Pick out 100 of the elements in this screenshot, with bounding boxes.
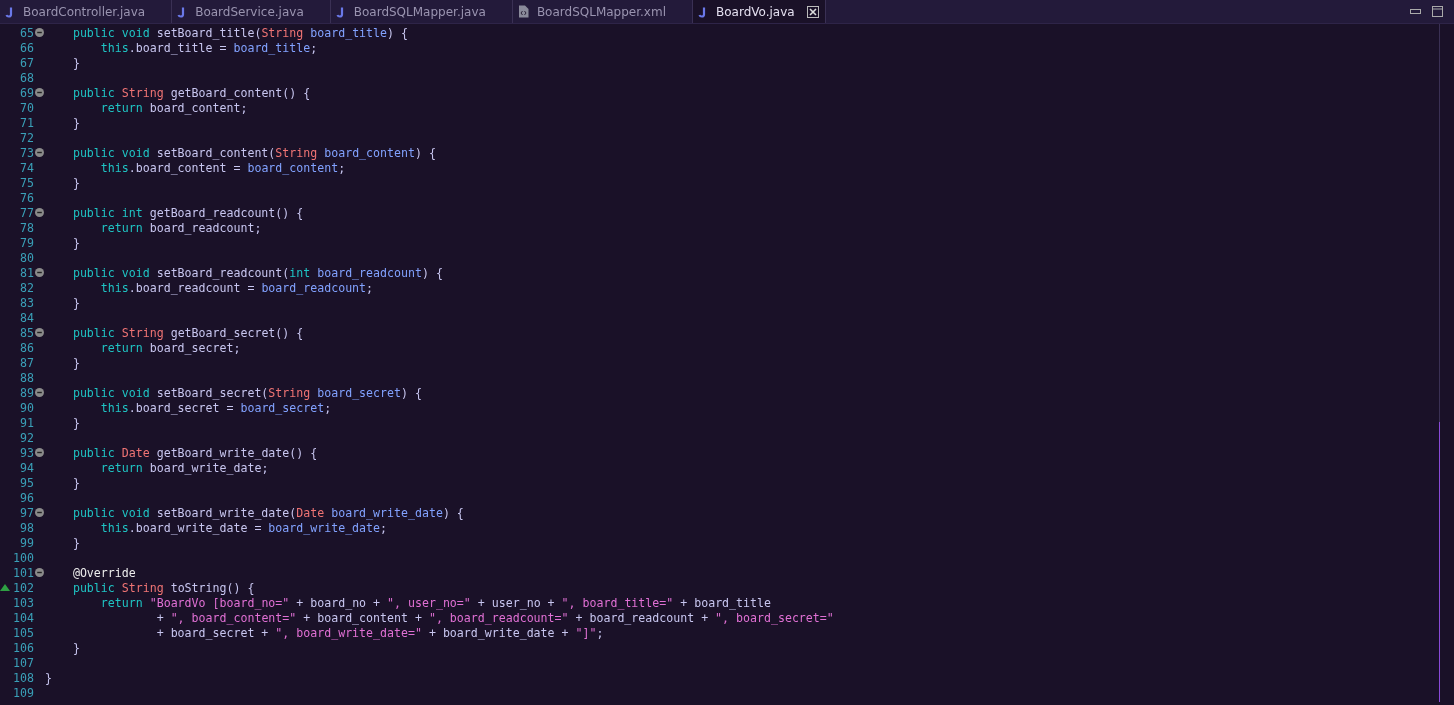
line-number: 89: [19, 385, 34, 400]
code-line: public void setBoard_readcount(int board_readcount) {: [72, 265, 443, 280]
collapse-icon[interactable]: [35, 328, 44, 337]
line-number: 102: [12, 580, 34, 595]
code-line: }: [72, 175, 80, 190]
line-number: 98: [19, 520, 34, 535]
collapse-icon[interactable]: [35, 568, 44, 577]
line-number: 95: [19, 475, 34, 490]
code-line: }: [72, 295, 80, 310]
line-number: 99: [19, 535, 34, 550]
code-line: @Override: [72, 565, 136, 580]
line-number: 93: [19, 445, 34, 460]
line-number: 74: [19, 160, 34, 175]
scrollbar-thumb[interactable]: [1439, 422, 1440, 702]
code-line: }: [45, 670, 52, 685]
line-number: 105: [12, 625, 34, 640]
line-number: 101: [12, 565, 34, 580]
collapse-icon[interactable]: [35, 148, 44, 157]
code-line: this.board_secret = board_secret;: [100, 400, 332, 415]
line-number: 106: [12, 640, 34, 655]
line-number: 81: [19, 265, 34, 280]
editor-tab[interactable]: BoardController.java: [0, 0, 173, 23]
line-number: 92: [19, 430, 34, 445]
code-line: public void setBoard_write_date(Date board_write_date) {: [72, 505, 464, 520]
line-number: 88: [19, 370, 34, 385]
code-line: }: [72, 640, 80, 655]
line-number: 97: [19, 505, 34, 520]
collapse-icon[interactable]: [35, 388, 44, 397]
line-number: 91: [19, 415, 34, 430]
code-line: + board_secret + ", board_write_date=" + board_write_date + "]";: [156, 625, 604, 640]
line-number: 96: [19, 490, 34, 505]
line-number: 109: [12, 685, 34, 700]
line-number: 66: [19, 40, 34, 55]
line-number: 108: [12, 670, 34, 685]
code-line: }: [72, 355, 80, 370]
code-line: }: [72, 235, 80, 250]
code-line: public int getBoard_readcount() {: [72, 205, 304, 220]
collapse-icon[interactable]: [35, 208, 44, 217]
line-number: 103: [12, 595, 34, 610]
code-line: return board_secret;: [100, 340, 241, 355]
java-file-icon: [5, 5, 15, 18]
line-number: 69: [19, 85, 34, 100]
collapse-icon[interactable]: [35, 508, 44, 517]
code-line: }: [72, 55, 80, 70]
line-number: 67: [19, 55, 34, 70]
java-file-icon: [335, 5, 346, 18]
code-line: this.board_readcount = board_readcount;: [100, 280, 374, 295]
line-number: 72: [19, 130, 34, 145]
line-number: 94: [19, 460, 34, 475]
maximize-icon[interactable]: [1432, 5, 1444, 18]
line-number: 107: [12, 655, 34, 670]
collapse-icon[interactable]: [35, 28, 44, 37]
line-number: 65: [19, 25, 34, 40]
line-number: 76: [19, 190, 34, 205]
collapse-icon[interactable]: [35, 268, 44, 277]
line-number: 86: [19, 340, 34, 355]
editor-tab[interactable]: BoardService.java: [172, 0, 331, 23]
editor-tab[interactable]: BoardSQLMapper.java: [330, 0, 513, 23]
code-line: }: [72, 475, 80, 490]
line-number: 70: [19, 100, 34, 115]
java-file-icon: [698, 5, 708, 18]
code-line: public String getBoard_secret() {: [72, 325, 304, 340]
line-number: 79: [19, 235, 34, 250]
close-icon[interactable]: [806, 5, 819, 18]
line-number: 80: [19, 250, 34, 265]
xml-file-icon: [517, 5, 529, 18]
line-number: 75: [19, 175, 34, 190]
code-line: return "BoardVo [board_no=" + board_no + ", user_no=" + user_no + ", board_title=" + board_title: [100, 595, 771, 610]
line-number: 82: [19, 280, 34, 295]
editor-tab[interactable]: BoardVo.java: [693, 0, 826, 23]
code-line: public void setBoard_content(String board_content) {: [72, 145, 436, 160]
code-line: this.board_content = board_content;: [100, 160, 346, 175]
code-line: return board_write_date;: [100, 460, 269, 475]
collapse-icon[interactable]: [35, 448, 44, 457]
line-number: 78: [19, 220, 34, 235]
code-line: }: [72, 535, 80, 550]
code-line: }: [72, 115, 80, 130]
code-line: return board_content;: [100, 100, 248, 115]
minimize-icon[interactable]: [1410, 7, 1422, 16]
code-line: + ", board_content=" + board_content + ", board_readcount=" + board_readcount + ", board_secret=": [156, 610, 834, 625]
code-line: this.board_write_date = board_write_date;: [100, 520, 388, 535]
code-line: }: [72, 415, 80, 430]
line-number: 71: [19, 115, 34, 130]
line-number: 73: [19, 145, 34, 160]
line-number: 90: [19, 400, 34, 415]
collapse-icon[interactable]: [35, 88, 44, 97]
line-number: 77: [19, 205, 34, 220]
code-line: public String toString() {: [72, 580, 255, 595]
code-line: public void setBoard_title(String board_title) {: [72, 25, 408, 40]
line-number: 83: [19, 295, 34, 310]
line-number: 87: [19, 355, 34, 370]
code-line: public String getBoard_content() {: [72, 85, 311, 100]
line-number: 100: [12, 550, 34, 565]
code-line: this.board_title = board_title;: [100, 40, 318, 55]
line-number: 104: [12, 610, 34, 625]
line-number: 68: [19, 70, 34, 85]
code-line: return board_readcount;: [100, 220, 262, 235]
code-line: public void setBoard_secret(String board_secret) {: [72, 385, 422, 400]
line-number: 85: [19, 325, 34, 340]
line-number: 84: [19, 310, 34, 325]
